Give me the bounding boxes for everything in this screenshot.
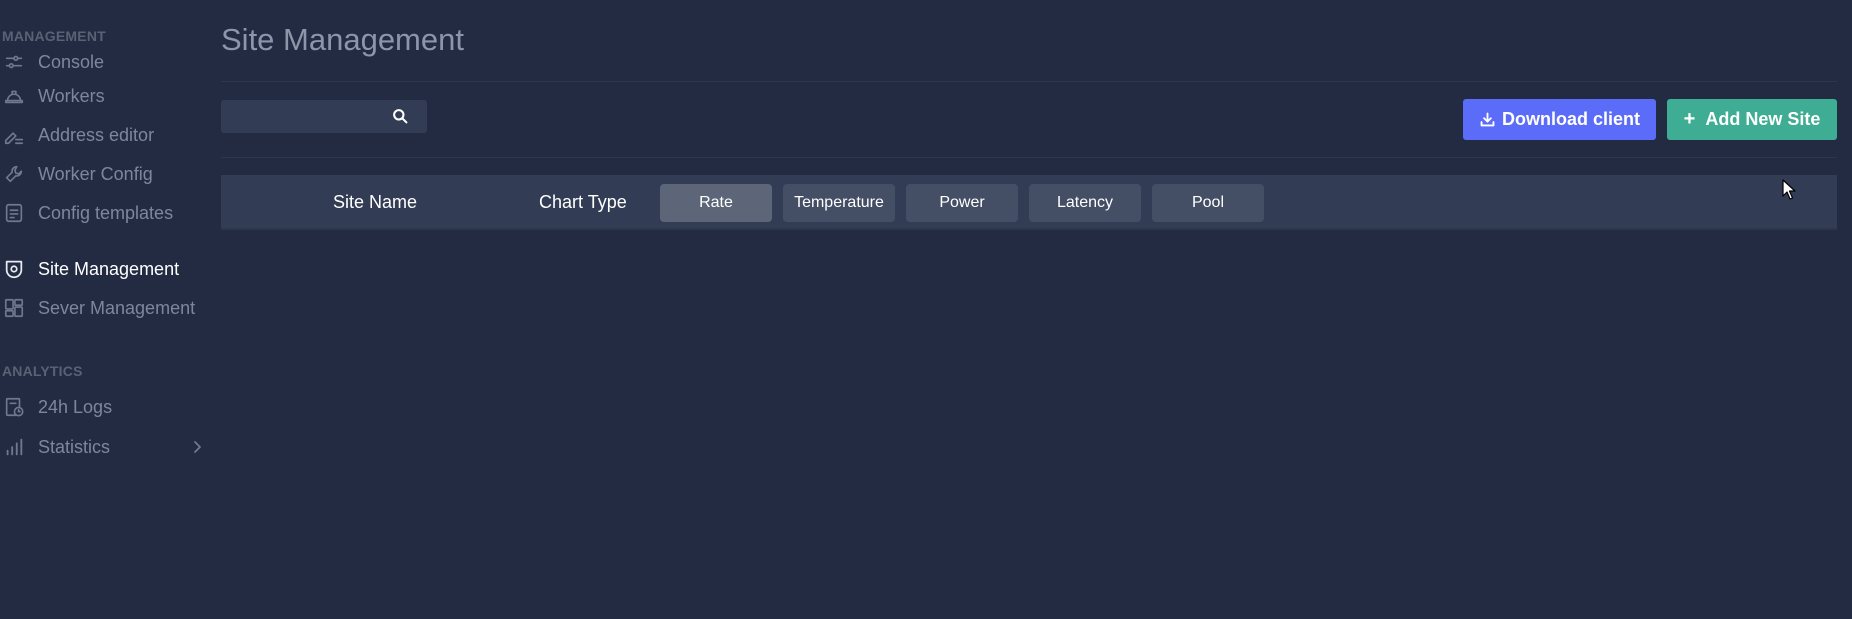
mouse-cursor-icon <box>1782 179 1796 200</box>
column-site-name: Site Name <box>333 192 418 212</box>
sidebar-item-config-templates[interactable]: Config templates <box>0 196 205 230</box>
sidebar-item-label: Config templates <box>38 202 174 223</box>
sidebar-item-label: Sever Management <box>38 297 196 318</box>
search-box <box>221 100 427 133</box>
chevron-right-icon <box>194 441 201 453</box>
dashboard-icon <box>2 296 26 320</box>
download-client-label: Download client <box>1501 109 1640 129</box>
sidebar-item-label: Site Management <box>38 258 180 279</box>
log-clock-icon <box>2 395 26 419</box>
edit-line-icon <box>2 123 26 147</box>
chart-type-pool[interactable]: Pool <box>1152 184 1264 222</box>
section-title-analytics: ANALYTICS <box>2 363 83 379</box>
search-input[interactable] <box>221 100 381 133</box>
sidebar-item-workers[interactable]: Workers <box>0 79 205 113</box>
sidebar-item-worker-config[interactable]: Worker Config <box>0 157 205 191</box>
sidebar-item-label: Worker Config <box>38 163 153 184</box>
sidebar-item-address-editor[interactable]: Address editor <box>0 118 205 152</box>
sliders-icon <box>2 50 26 74</box>
sidebar-item-label: Statistics <box>38 436 111 457</box>
chart-type-power[interactable]: Power <box>906 184 1018 222</box>
sidebar-item-statistics[interactable]: Statistics <box>0 430 205 464</box>
sidebar-item-label: Workers <box>38 85 105 106</box>
download-client-button[interactable]: Download client <box>1463 99 1656 140</box>
sidebar-item-sever-management[interactable]: Sever Management <box>0 291 205 325</box>
add-new-site-label: Add New Site <box>1705 109 1821 129</box>
sidebar-item-24h-logs[interactable]: 24h Logs <box>0 390 205 424</box>
plus-icon: + <box>1683 108 1696 130</box>
chart-type-latency[interactable]: Latency <box>1029 184 1141 222</box>
chart-type-rate[interactable]: Rate <box>660 184 772 222</box>
column-chart-type: Chart Type <box>539 192 627 212</box>
section-title-management: MANAGEMENT <box>2 28 106 44</box>
chart-type-temperature[interactable]: Temperature <box>783 184 895 222</box>
shield-icon <box>2 257 26 281</box>
document-icon <box>2 201 26 225</box>
download-icon <box>1480 112 1495 127</box>
hard-hat-icon <box>2 84 26 108</box>
title-divider <box>221 81 1837 82</box>
sidebar-item-site-management[interactable]: Site Management <box>0 252 205 286</box>
sidebar-item-label: Address editor <box>38 124 155 145</box>
toolbar-divider <box>221 157 1837 158</box>
table-header: Site Name Chart Type Rate Temperature Po… <box>221 175 1837 230</box>
sidebar-item-label: 24h Logs <box>38 396 113 417</box>
add-new-site-button[interactable]: + Add New Site <box>1667 99 1837 140</box>
sidebar-item-console[interactable]: Console <box>0 45 205 79</box>
sidebar-item-label: Console <box>38 51 105 72</box>
sidebar: MANAGEMENT Console Workers Address edito… <box>0 0 210 619</box>
bar-chart-icon <box>2 435 26 459</box>
search-icon[interactable] <box>392 108 409 125</box>
page-title: Site Management <box>221 22 464 57</box>
wrench-icon <box>2 162 26 186</box>
